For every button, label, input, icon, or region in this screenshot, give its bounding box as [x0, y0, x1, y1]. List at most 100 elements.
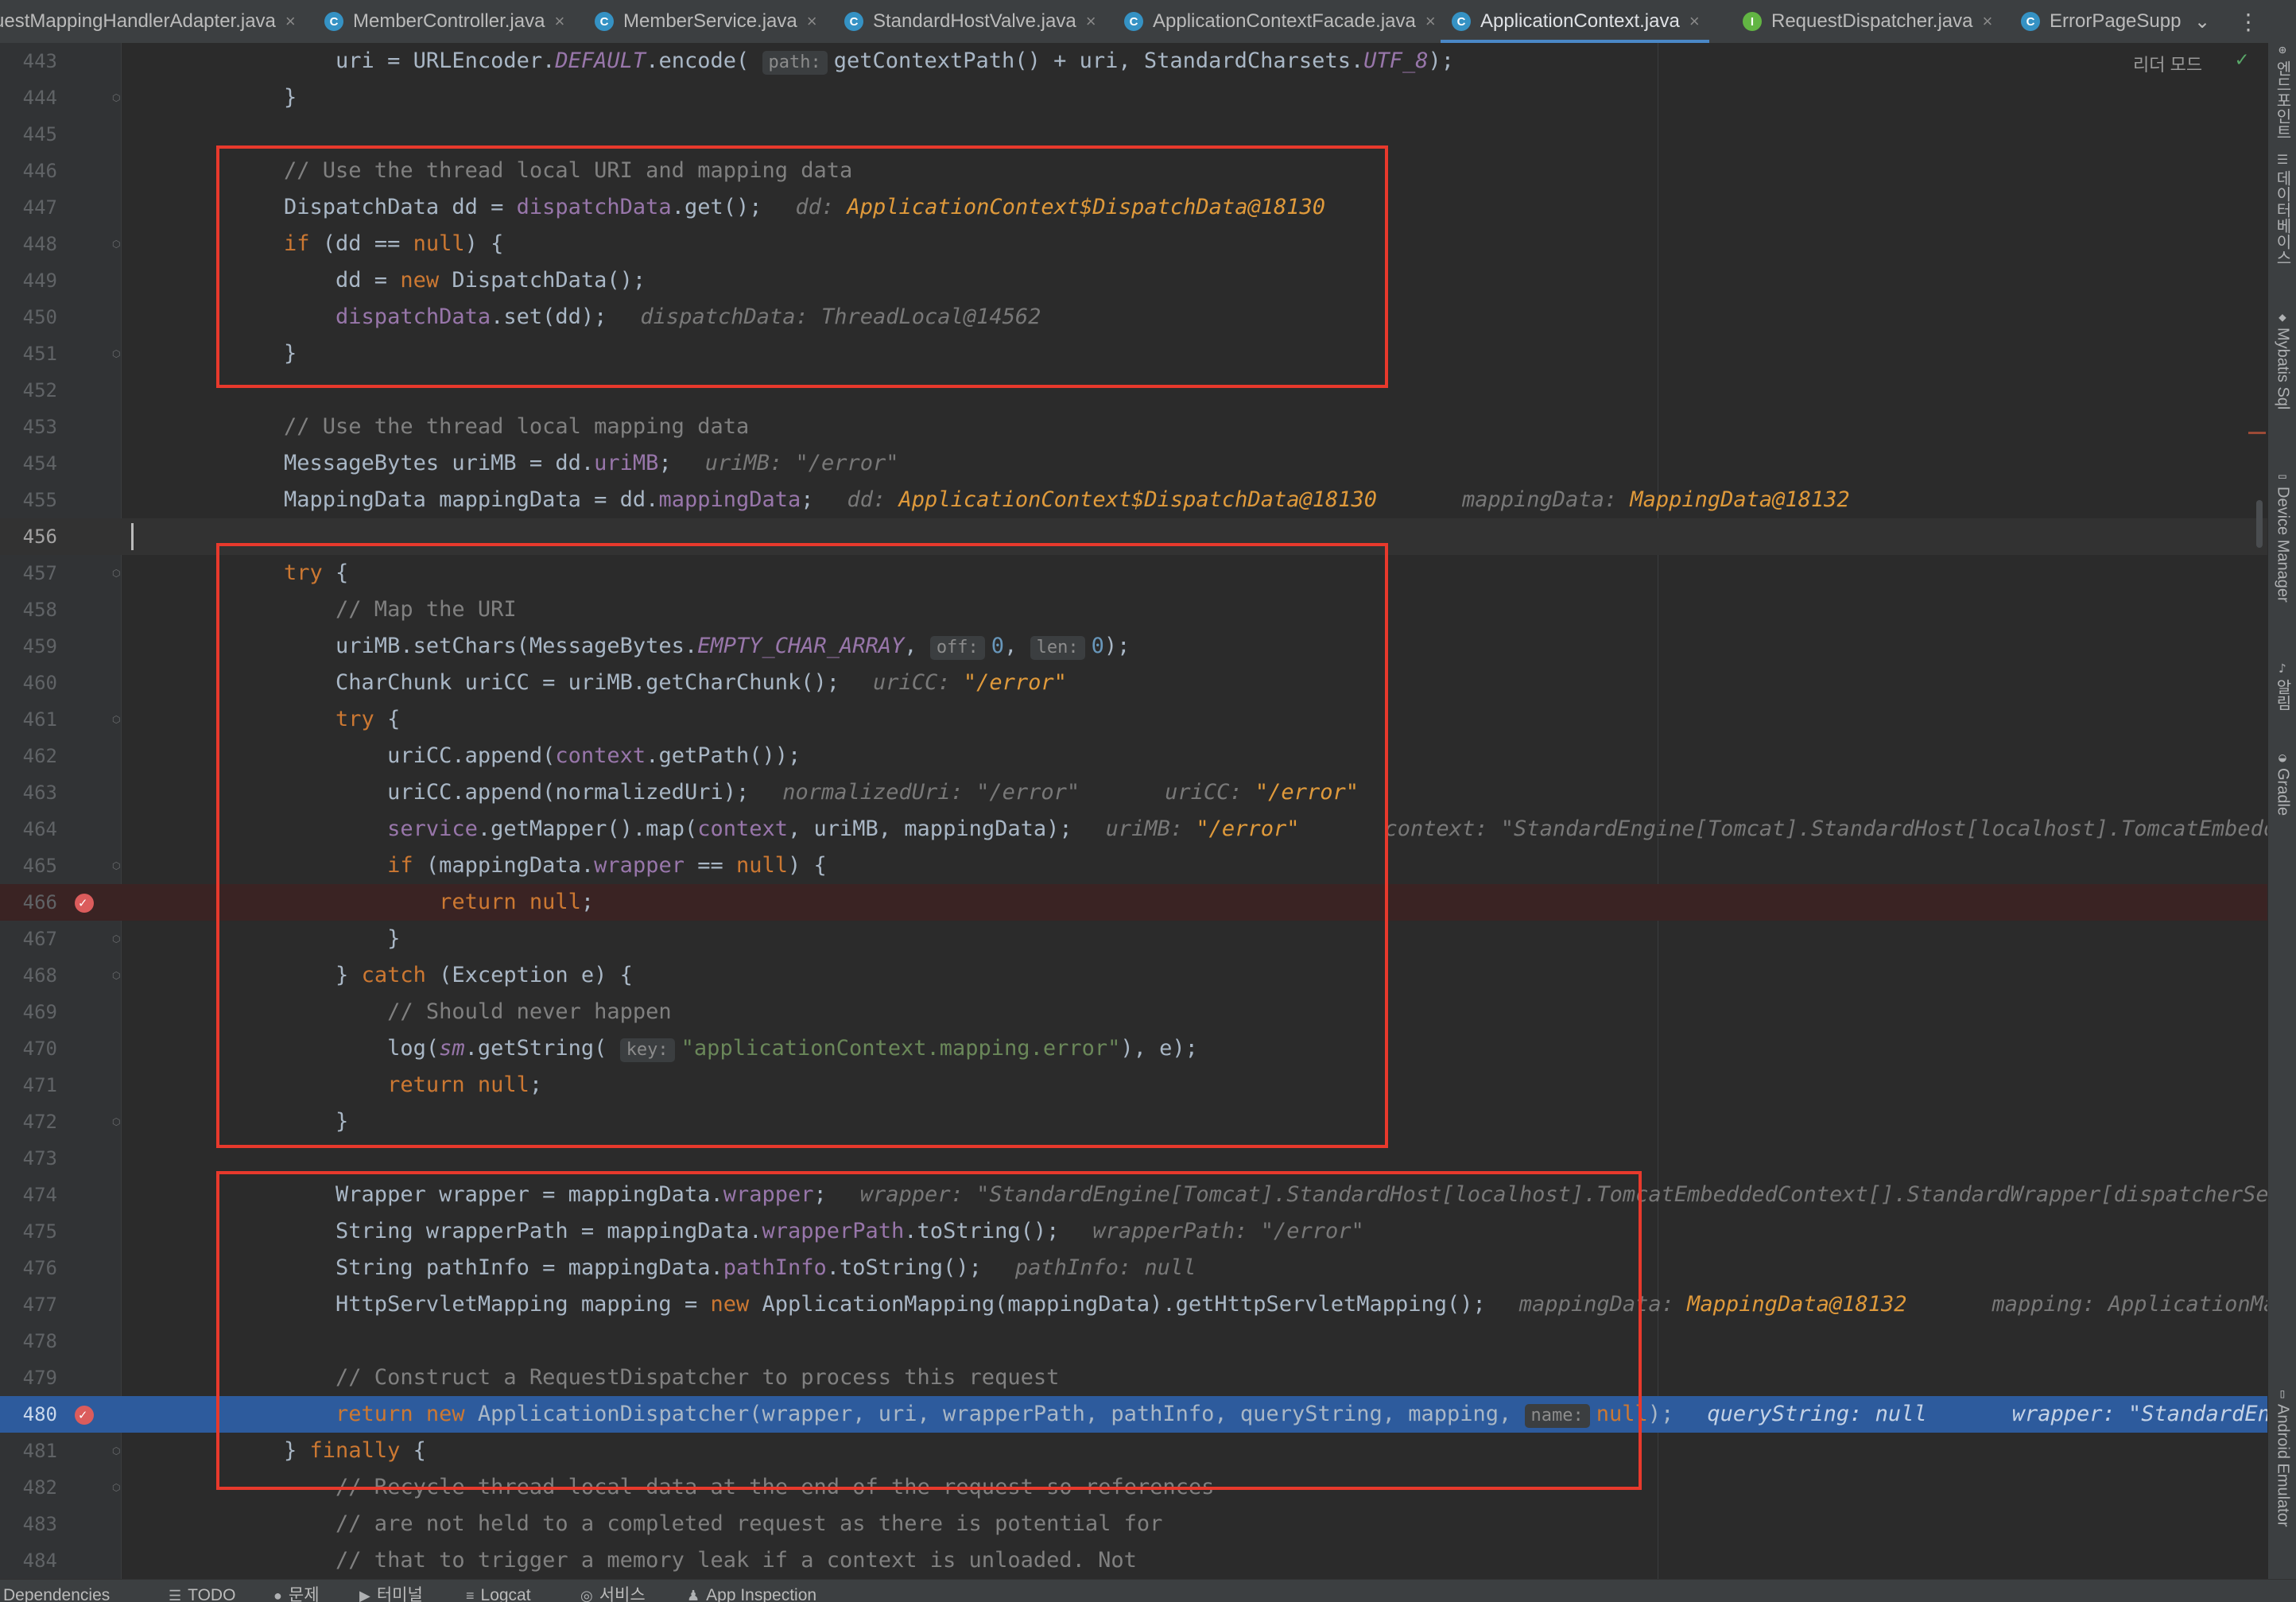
code-text[interactable]: MessageBytes uriMB = dd.uriMB; uriMB: "/e…: [232, 445, 899, 482]
line-number[interactable]: 475: [0, 1213, 57, 1250]
line-number[interactable]: 479: [0, 1360, 57, 1396]
line-number[interactable]: 478: [0, 1323, 57, 1360]
code-line[interactable]: 455 MappingData mappingData = dd.mapping…: [0, 482, 2267, 518]
fold-icon[interactable]: ⬡: [112, 239, 122, 249]
close-icon[interactable]: ×: [285, 11, 296, 32]
code-text[interactable]: // are not held to a completed request a…: [232, 1506, 1162, 1542]
debug-inline-value[interactable]: mapping: ApplicationMapping$Ma: [1940, 1292, 2267, 1317]
fold-icon[interactable]: ⬡: [112, 349, 122, 359]
tool-logcat[interactable]: ≡ Logcat: [466, 1580, 531, 1602]
line-number[interactable]: 465: [0, 848, 57, 884]
fold-icon[interactable]: ⬡: [112, 715, 122, 724]
tool-terminal[interactable]: ▶ 터미널: [359, 1580, 423, 1602]
breakpoint-icon[interactable]: [75, 1397, 94, 1433]
editor-tab[interactable]: C ApplicationContextFacade.java ×: [1124, 0, 1436, 43]
editor-tab[interactable]: CuestMappingHandlerAdapter.java×: [0, 0, 296, 43]
editor-tab-active[interactable]: C ApplicationContext.java ×: [1441, 0, 1709, 43]
close-icon[interactable]: ×: [1982, 11, 1992, 32]
code-line[interactable]: 444 ⬡ }: [0, 80, 2267, 116]
debug-inline-value[interactable]: uriMB: "/error": [705, 451, 899, 475]
tool-device-manager[interactable]: ▭ Device Manager: [2268, 469, 2296, 603]
line-number[interactable]: 456: [0, 518, 57, 555]
line-number[interactable]: 467: [0, 921, 57, 957]
breakpoint-icon[interactable]: [75, 885, 94, 921]
line-number[interactable]: 477: [0, 1286, 57, 1323]
line-number[interactable]: 443: [0, 43, 57, 80]
editor-tab[interactable]: C MemberController.java ×: [324, 0, 564, 43]
line-number[interactable]: 483: [0, 1506, 57, 1542]
reader-mode-toggle[interactable]: 리더 모드: [2133, 51, 2202, 76]
line-number[interactable]: 473: [0, 1140, 57, 1177]
line-number[interactable]: 466: [0, 884, 57, 921]
line-number[interactable]: 472: [0, 1104, 57, 1140]
error-stripe-mark[interactable]: [2248, 432, 2266, 434]
line-number[interactable]: 460: [0, 665, 57, 701]
tool-todo[interactable]: ☰ TODO: [169, 1580, 235, 1602]
close-icon[interactable]: ×: [554, 11, 564, 32]
close-icon[interactable]: ×: [1425, 11, 1436, 32]
line-number[interactable]: 470: [0, 1030, 57, 1067]
fold-icon[interactable]: ⬡: [112, 861, 122, 871]
line-number[interactable]: 469: [0, 994, 57, 1030]
fold-icon[interactable]: ⬡: [112, 971, 122, 980]
tool-services[interactable]: ◎ 서비스: [580, 1580, 646, 1602]
code-line[interactable]: 483 // are not held to a completed reque…: [0, 1506, 2267, 1542]
line-number[interactable]: 458: [0, 592, 57, 628]
tool-problems[interactable]: ● 문제: [273, 1580, 320, 1602]
line-number[interactable]: 476: [0, 1250, 57, 1286]
line-number[interactable]: 454: [0, 445, 57, 482]
code-text[interactable]: // that to trigger a memory leak if a co…: [232, 1542, 1137, 1579]
line-number[interactable]: 462: [0, 738, 57, 774]
editor-tab[interactable]: I RequestDispatcher.java ×: [1743, 0, 1992, 43]
line-number[interactable]: 446: [0, 153, 57, 189]
debug-inline-value[interactable]: mappingData: MappingData@18132: [1410, 487, 1850, 512]
line-number[interactable]: 451: [0, 336, 57, 372]
fold-icon[interactable]: ⬡: [112, 1117, 122, 1127]
line-number[interactable]: 445: [0, 116, 57, 153]
fold-icon[interactable]: ⬡: [112, 1446, 122, 1456]
chevron-down-icon[interactable]: ⌄: [2186, 0, 2218, 43]
tool-mybatis-sql[interactable]: ◆ Mybatis Sql: [2268, 310, 2296, 410]
line-number[interactable]: 474: [0, 1177, 57, 1213]
line-number[interactable]: 468: [0, 957, 57, 994]
code-line[interactable]: 453 // Use the thread local mapping data: [0, 409, 2267, 445]
line-number[interactable]: 482: [0, 1469, 57, 1506]
line-number[interactable]: 480: [0, 1396, 57, 1433]
debug-inline-value[interactable]: context: "StandardEngine[Tomcat].Standar…: [1332, 817, 2267, 841]
tool-android-emulator[interactable]: ▯ Android Emulator: [2268, 1387, 2296, 1527]
line-number[interactable]: 463: [0, 774, 57, 811]
fold-icon[interactable]: ⬡: [112, 934, 122, 944]
tool-app-inspection[interactable]: ♟ App Inspection: [687, 1580, 816, 1602]
fold-icon[interactable]: ⬡: [112, 568, 122, 578]
line-number[interactable]: 449: [0, 262, 57, 299]
editor-tab[interactable]: C StandardHostValve.java ×: [844, 0, 1096, 43]
check-icon[interactable]: ✓: [2236, 48, 2248, 72]
tool-database[interactable]: ☰ 데이터베이스: [2268, 153, 2296, 266]
line-number[interactable]: 453: [0, 409, 57, 445]
line-number[interactable]: 457: [0, 555, 57, 592]
line-number[interactable]: 448: [0, 226, 57, 262]
code-line[interactable]: 484 // that to trigger a memory leak if …: [0, 1542, 2267, 1579]
code-text[interactable]: }: [232, 80, 297, 116]
debug-inline-value[interactable]: wrapper: "StandardEngine[Tom: [1961, 1402, 2267, 1426]
line-number[interactable]: 450: [0, 299, 57, 336]
tool-dependencies[interactable]: Dependencies: [0, 1580, 110, 1602]
close-icon[interactable]: ×: [1086, 11, 1096, 32]
line-number[interactable]: 447: [0, 189, 57, 226]
editor-tab[interactable]: C ErrorPageSupp: [2021, 0, 2181, 43]
tool-gradle[interactable]: ◒ Gradle: [2268, 751, 2296, 817]
line-number[interactable]: 484: [0, 1542, 57, 1579]
line-number[interactable]: 459: [0, 628, 57, 665]
close-icon[interactable]: ×: [807, 11, 817, 32]
code-line[interactable]: 443 uri = URLEncoder.DEFAULT.encode( pat…: [0, 43, 2267, 80]
line-number[interactable]: 471: [0, 1067, 57, 1104]
line-number[interactable]: 464: [0, 811, 57, 848]
code-text[interactable]: uri = URLEncoder.DEFAULT.encode( path: ge…: [232, 43, 1454, 80]
code-editor[interactable]: 443 uri = URLEncoder.DEFAULT.encode( pat…: [0, 43, 2267, 1579]
more-menu-icon[interactable]: ⋮: [2232, 0, 2264, 43]
tool-notifications[interactable]: ♪ 알림: [2268, 661, 2296, 712]
debug-inline-value[interactable]: dd: ApplicationContext$DispatchData@1813…: [847, 487, 1377, 512]
debug-inline-value[interactable]: queryString: null: [1707, 1402, 1926, 1426]
code-line[interactable]: 454 MessageBytes uriMB = dd.uriMB; uriMB:…: [0, 445, 2267, 482]
editor-tab[interactable]: C MemberService.java ×: [595, 0, 817, 43]
